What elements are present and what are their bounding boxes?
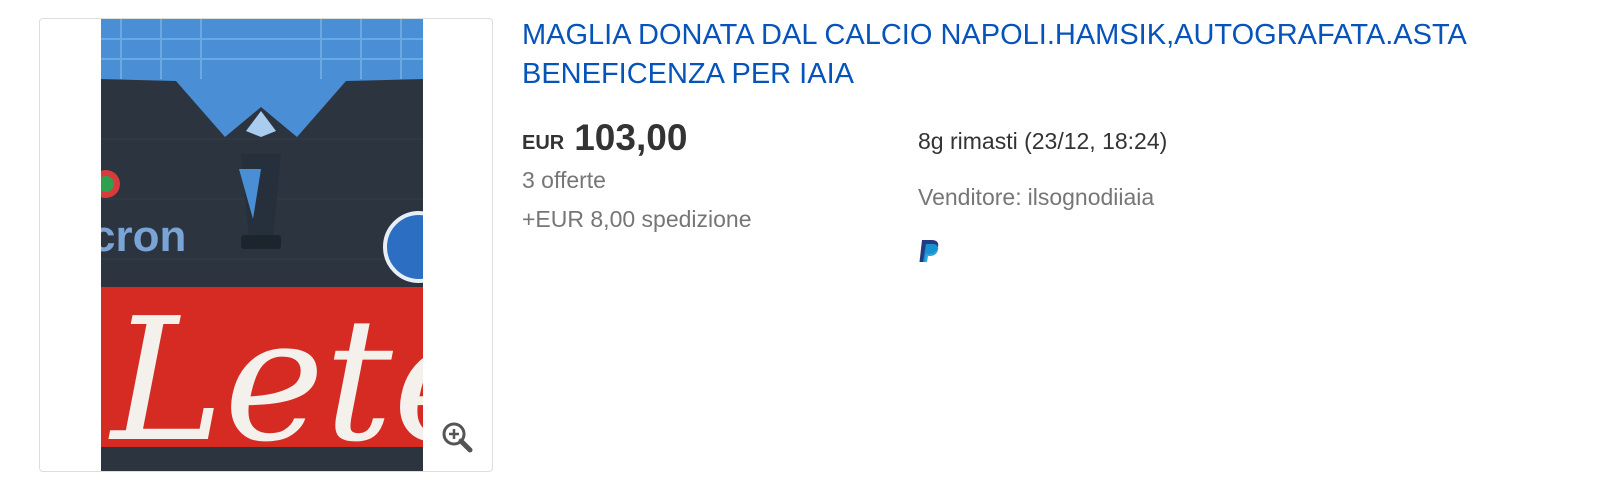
paypal-icon [919,240,939,262]
sponsor-logo: Lete [108,282,423,471]
shipping-cost: +EUR 8,00 spedizione [522,206,752,232]
bid-count: 3 offerte [522,167,606,193]
time-left: 8g rimasti (23/12, 18:24) [918,128,1168,154]
price: EUR 103,00 [522,117,687,159]
price-currency: EUR [522,132,565,154]
seller-info: Venditore: ilsognodiiaia [918,184,1154,211]
item-thumbnail[interactable]: cron Lete [39,18,493,472]
jersey-photo[interactable]: cron Lete [101,19,423,471]
zoom-in-icon[interactable] [439,419,475,455]
seller-label: Venditore: [918,184,1022,210]
kit-brand-logo: cron [101,212,186,261]
price-amount: 103,00 [574,117,688,158]
seller-name: ilsognodiiaia [1027,184,1155,210]
listing-title-link[interactable]: MAGLIA DONATA DAL CALCIO NAPOLI.HAMSIK,A… [522,16,1582,94]
